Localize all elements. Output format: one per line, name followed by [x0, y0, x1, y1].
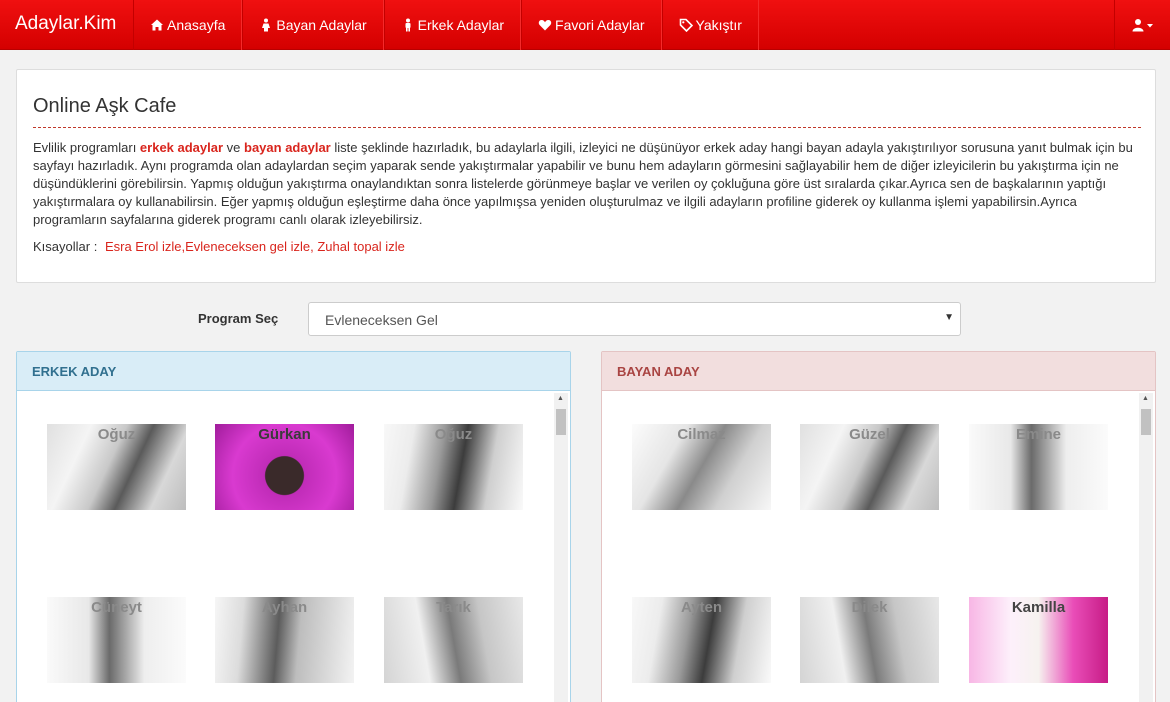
select-caret-icon: ▼: [944, 312, 954, 323]
candidate-name: Güzel: [849, 426, 890, 443]
nav-label: Anasayfa: [167, 17, 226, 33]
candidate-card[interactable]: Dilek: [800, 597, 939, 683]
navbar: Adaylar.Kim Anasayfa Bayan Adaylar Erkek…: [0, 0, 1170, 50]
female-candidates-panel: BAYAN ADAY ▲ Cilmaz Güzel Emine Ayten Di…: [601, 351, 1156, 702]
heart-icon: [538, 20, 552, 31]
main-nav: Anasayfa Bayan Adaylar Erkek Adaylar Fav…: [133, 0, 759, 50]
candidate-name: Cüneyt: [91, 599, 142, 616]
nav-favorite-candidates[interactable]: Favori Adaylar: [521, 0, 662, 50]
candidate-name: Ayten: [680, 599, 723, 616]
female-panel-title: BAYAN ADAY: [602, 352, 1155, 391]
title-divider: [33, 127, 1141, 128]
page-title: Online Aşk Cafe: [33, 95, 177, 117]
candidate-card[interactable]: Kamilla: [969, 597, 1108, 683]
nav-label: Favori Adaylar: [555, 17, 645, 33]
nav-label: Bayan Adaylar: [276, 17, 367, 33]
candidate-name: Oğuz: [97, 426, 136, 443]
male-panel-title: ERKEK ADAY: [17, 352, 570, 391]
candidate-name: Tarık: [436, 599, 471, 616]
female-panel-scrollbar[interactable]: ▲: [1139, 393, 1153, 702]
male-icon: [405, 18, 411, 32]
candidate-card[interactable]: Güzel: [800, 424, 939, 510]
nav-match[interactable]: Yakıştır: [661, 0, 759, 50]
candidate-name: Gürkan: [258, 426, 311, 443]
candidate-card[interactable]: Ayhan: [215, 597, 354, 683]
user-icon: [1132, 19, 1153, 32]
candidate-name: Emine: [1015, 426, 1061, 443]
shortcuts: Kısayollar : Esra Erol izle,Evleneceksen…: [33, 239, 405, 254]
program-select-value: Evleneceksen Gel: [325, 312, 438, 328]
scroll-thumb[interactable]: [1141, 409, 1151, 435]
user-menu-button[interactable]: [1114, 0, 1170, 50]
description-and: ve: [223, 140, 245, 155]
description-text: Evlilik programları erkek adaylar ve bay…: [33, 139, 1143, 229]
candidate-card[interactable]: Tarık: [384, 597, 523, 683]
home-icon: [151, 19, 163, 31]
candidate-name: Cilmaz: [677, 426, 726, 443]
candidate-name: Ayhan: [261, 599, 308, 616]
male-panel-scrollbar[interactable]: ▲: [554, 393, 568, 702]
candidate-card[interactable]: Oğuz: [47, 424, 186, 510]
female-candidates-link[interactable]: bayan adaylar: [244, 140, 331, 155]
shortcuts-label: Kısayollar :: [33, 239, 98, 254]
candidate-card[interactable]: Ayten: [632, 597, 771, 683]
description-intro: Evlilik programları: [33, 140, 140, 155]
candidate-name: Dilek: [851, 599, 888, 616]
nav-label: Yakıştır: [695, 17, 742, 33]
scroll-thumb[interactable]: [556, 409, 566, 435]
male-candidates-link[interactable]: erkek adaylar: [140, 140, 223, 155]
nav-female-candidates[interactable]: Bayan Adaylar: [242, 0, 384, 50]
candidate-name: Oğuz: [434, 426, 473, 443]
candidate-name: Kamilla: [1011, 599, 1066, 616]
program-select[interactable]: Evleneceksen Gel ▼: [308, 302, 961, 336]
scroll-up-icon[interactable]: ▲: [1142, 395, 1149, 402]
brand-logo[interactable]: Adaylar.Kim: [15, 13, 116, 35]
nav-male-candidates[interactable]: Erkek Adaylar: [383, 0, 522, 50]
candidate-card[interactable]: Gürkan: [215, 424, 354, 510]
nav-label: Erkek Adaylar: [417, 17, 505, 33]
candidate-card[interactable]: Cüneyt: [47, 597, 186, 683]
candidate-card[interactable]: Oğuz: [384, 424, 523, 510]
info-panel: Online Aşk Cafe Evlilik programları erke…: [16, 69, 1156, 283]
scroll-up-icon[interactable]: ▲: [557, 395, 564, 402]
program-select-label: Program Seç: [198, 311, 279, 326]
tag-icon: [679, 18, 693, 32]
candidate-card[interactable]: Cilmaz: [632, 424, 771, 510]
nav-home[interactable]: Anasayfa: [133, 0, 243, 50]
male-candidates-panel: ERKEK ADAY ▲ Oğuz Gürkan Oğuz Cüneyt Ayh…: [16, 351, 571, 702]
female-icon: [262, 18, 271, 32]
candidate-card[interactable]: Emine: [969, 424, 1108, 510]
shortcut-links[interactable]: Esra Erol izle,Evleneceksen gel izle, Zu…: [105, 239, 405, 254]
